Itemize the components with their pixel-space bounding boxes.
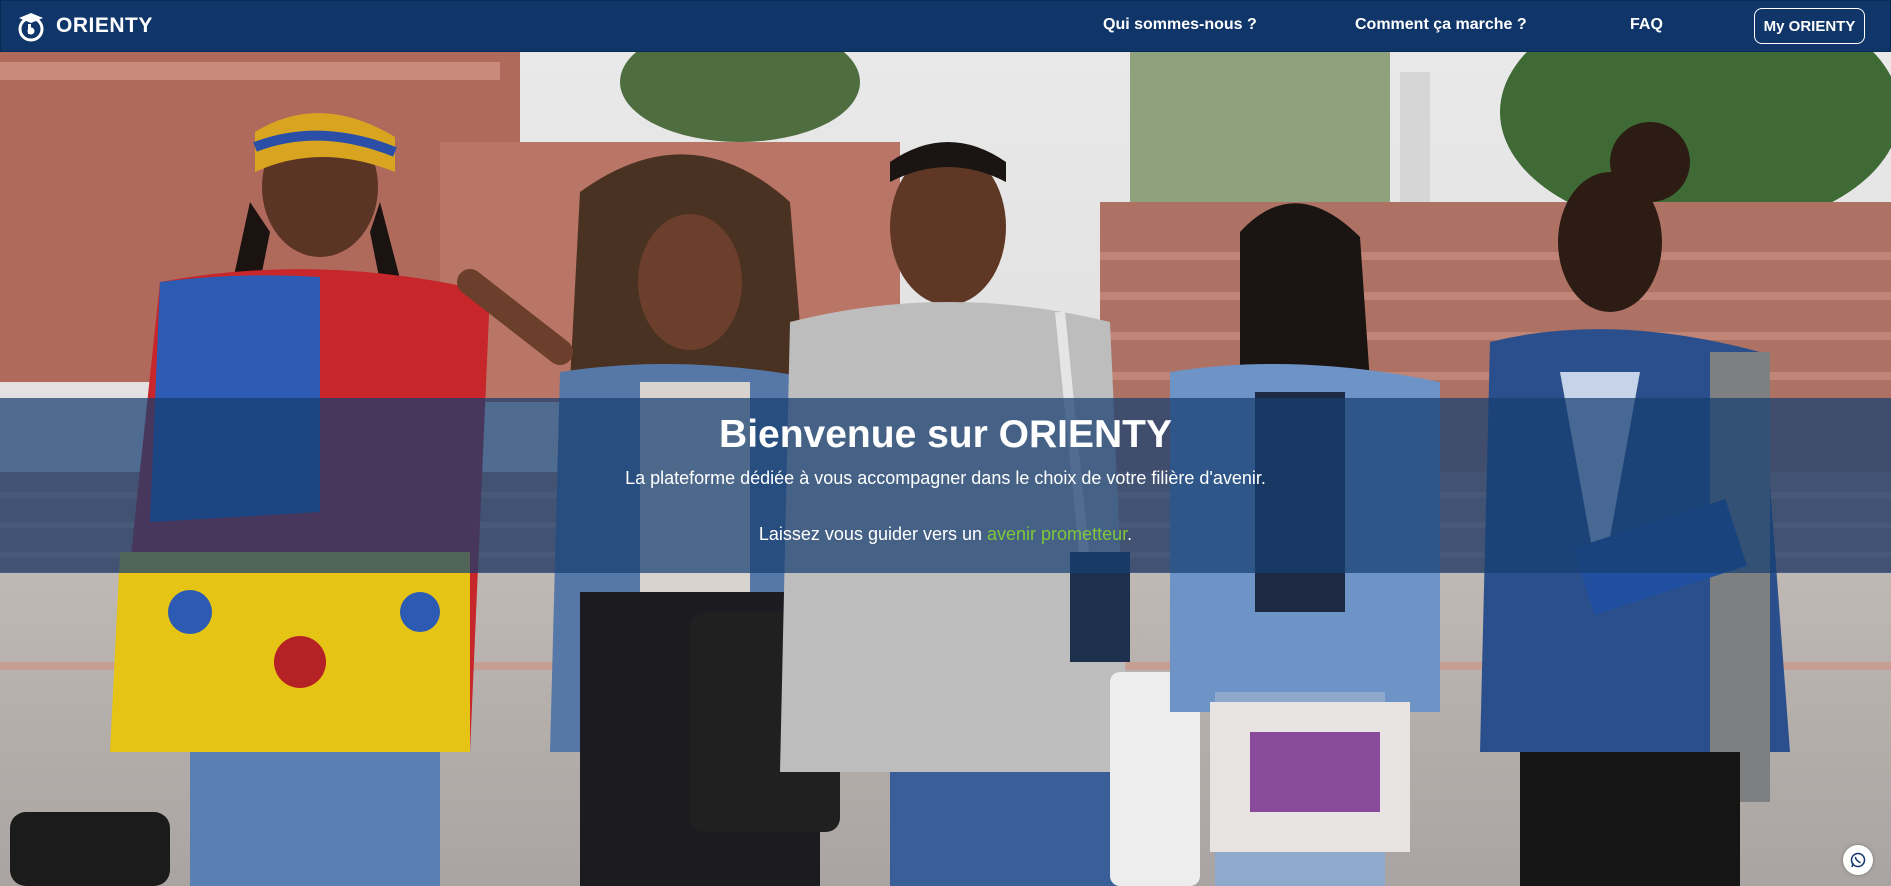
hero-tagline: Laissez vous guider vers un avenir prome… <box>0 522 1891 546</box>
tagline-prefix: Laissez vous guider vers un <box>758 524 988 544</box>
tagline-highlight: avenir prometteur <box>987 524 1128 544</box>
welcome-banner: Bienvenue sur ORIENTY La plateforme dédi… <box>0 398 1891 573</box>
nav-link-qui-sommes-nous[interactable]: Qui sommes-nous ? <box>1103 16 1257 34</box>
hero-title: Bienvenue sur ORIENTY <box>719 413 1172 456</box>
my-orienty-button[interactable]: My ORIENTY <box>1754 8 1865 44</box>
navbar: ORIENTY Qui sommes-nous ? Comment ça mar… <box>0 0 1891 52</box>
tagline-suffix: . <box>1127 524 1133 544</box>
whatsapp-chat-button[interactable] <box>1843 845 1873 875</box>
nav-link-faq[interactable]: FAQ <box>1630 16 1663 34</box>
page: ORIENTY Qui sommes-nous ? Comment ça mar… <box>0 0 1891 886</box>
whatsapp-icon <box>1850 852 1866 868</box>
nav-links: Qui sommes-nous ? Comment ça marche ? FA… <box>1 1 1891 53</box>
hero-subtitle: La plateforme dédiée à vous accompagner … <box>625 468 1266 488</box>
nav-link-comment-ca-marche[interactable]: Comment ça marche ? <box>1355 16 1527 34</box>
